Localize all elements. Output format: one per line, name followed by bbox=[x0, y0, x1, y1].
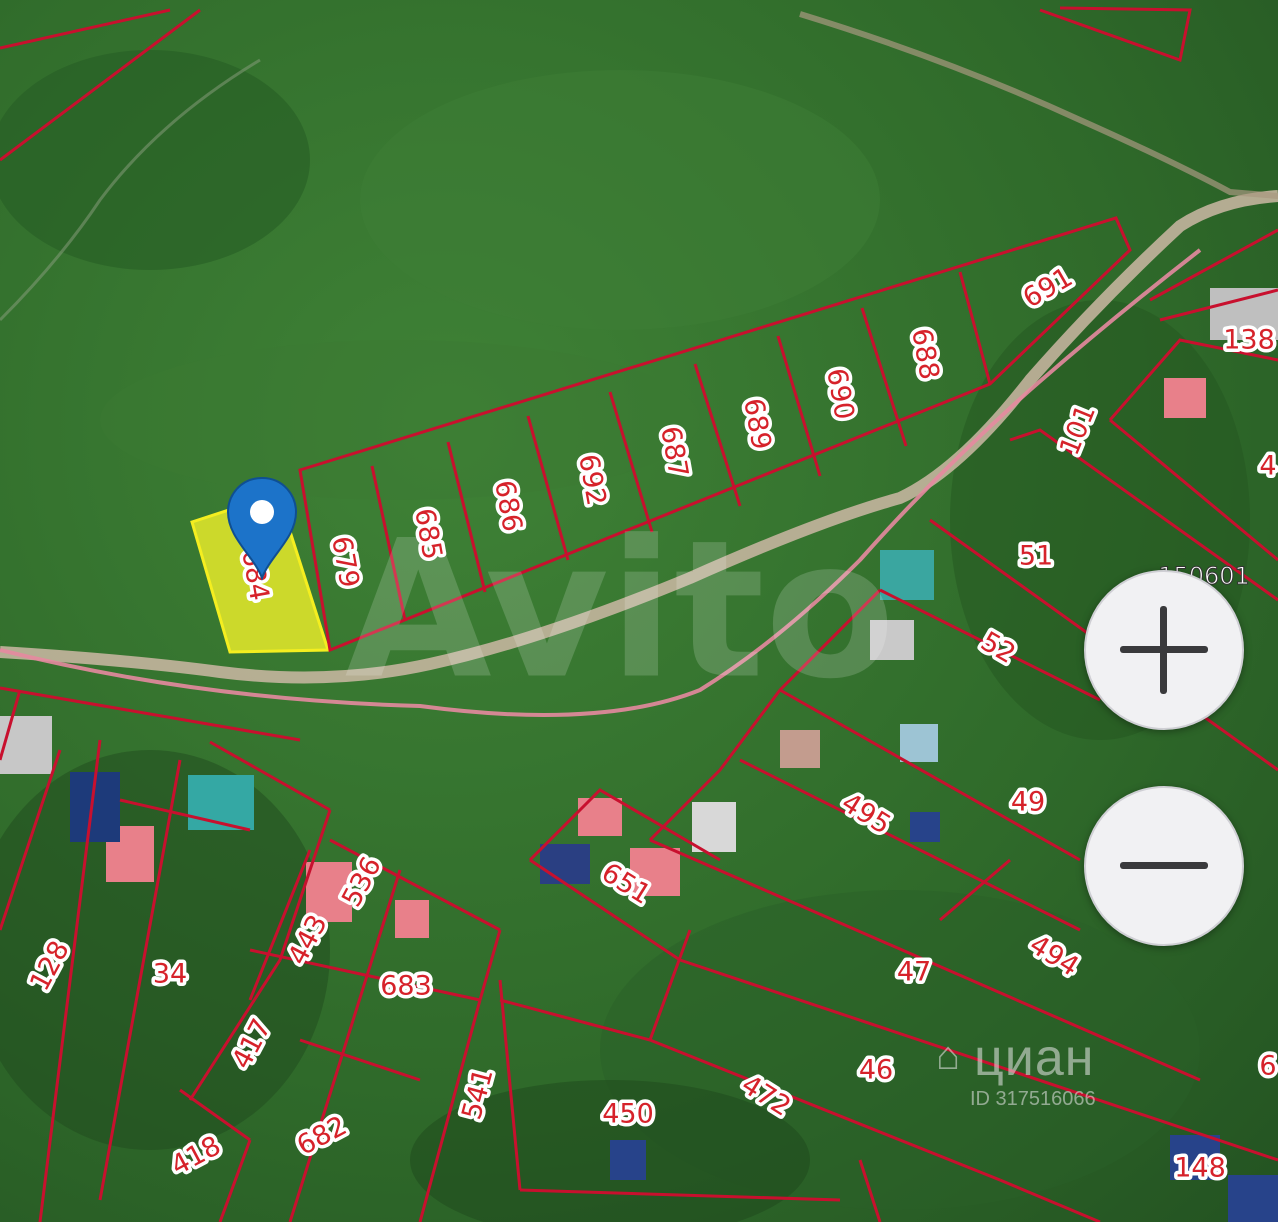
plot-label: 49 bbox=[1011, 787, 1045, 818]
plot-label: 46 bbox=[859, 1055, 893, 1086]
cian-watermark: ⌂ циан ID 317516066 bbox=[936, 1018, 1166, 1118]
zoom-out-button[interactable] bbox=[1084, 786, 1244, 946]
zoom-in-button[interactable] bbox=[1084, 570, 1244, 730]
plot-label: 450 bbox=[602, 1099, 654, 1130]
plot-label: 4 bbox=[1259, 451, 1276, 482]
plot-label: 34 bbox=[153, 959, 187, 990]
plot-label: 47 bbox=[897, 957, 931, 988]
cian-wordmark: циан bbox=[974, 1029, 1095, 1087]
plot-label: 6 bbox=[1259, 1051, 1276, 1082]
cian-listing-id: ID 317516066 bbox=[970, 1088, 1096, 1110]
plot-label: 683 bbox=[380, 971, 432, 1002]
plot-label: 148 bbox=[1174, 1153, 1226, 1184]
plot-label: 51 bbox=[1019, 541, 1053, 572]
plot-label: 138 bbox=[1223, 325, 1275, 356]
cian-logo-icon: ⌂ bbox=[936, 1034, 961, 1078]
